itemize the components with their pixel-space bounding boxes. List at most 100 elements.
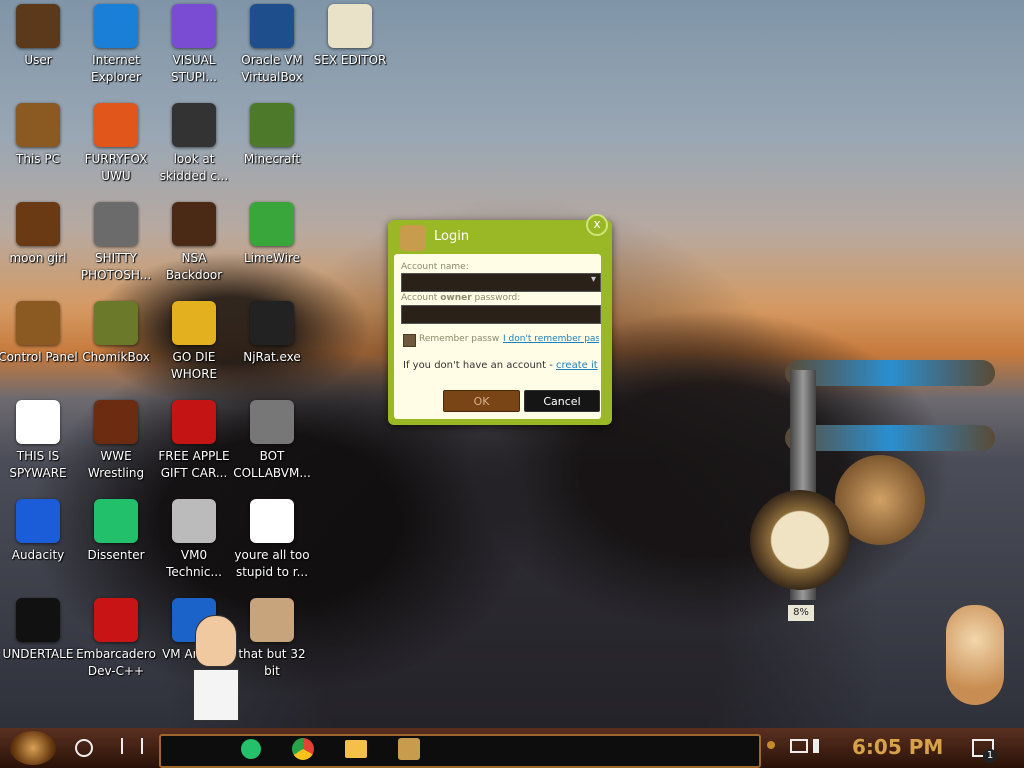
forgot-password-link[interactable]: I don't remember pas bbox=[503, 334, 599, 344]
portrait-icon bbox=[250, 499, 294, 543]
monitor-icon bbox=[250, 400, 294, 444]
desktop-icon[interactable]: User bbox=[0, 4, 78, 69]
desktop-icon[interactable]: FREE APPLE GIFT CAR... bbox=[154, 400, 234, 482]
desktop-icon[interactable]: This PC bbox=[0, 103, 78, 168]
steampunk-gauge-widget: 8% bbox=[740, 350, 1000, 621]
desktop-icon-label: Control Panel bbox=[0, 350, 78, 364]
desktop-icon-label: VISUAL STUPI... bbox=[171, 53, 217, 84]
desktop-icon[interactable]: Internet Explorer bbox=[76, 4, 156, 86]
dissenter-icon[interactable] bbox=[238, 736, 264, 762]
desktop-icon-label: youre all too stupid to r... bbox=[234, 548, 310, 579]
account-name-input[interactable]: ▾ bbox=[401, 273, 601, 292]
task-view-icon[interactable] bbox=[121, 738, 143, 754]
gauge-percent: 8% bbox=[788, 605, 814, 621]
desktop-icon-label: look at skidded c... bbox=[159, 152, 229, 183]
desktop-icon-label: Dissenter bbox=[87, 548, 145, 562]
desktop-icon[interactable]: Control Panel bbox=[0, 301, 78, 366]
user-folder-icon bbox=[16, 4, 60, 48]
login-dialog: Login x Account name: ▾ Account owner pa… bbox=[388, 214, 612, 425]
remember-label: Remember passw bbox=[419, 334, 500, 344]
desktop-icon[interactable]: moon girl bbox=[0, 202, 78, 267]
label-part-bold: owner bbox=[440, 293, 472, 303]
desktop-icon[interactable]: Dissenter bbox=[76, 499, 156, 564]
die-icon bbox=[172, 301, 216, 345]
desktop-icon[interactable]: Audacity bbox=[0, 499, 78, 564]
desktop-icon[interactable]: GO DIE WHORE bbox=[154, 301, 234, 383]
taskbar-clock[interactable]: 6:05 PM bbox=[852, 735, 943, 759]
desktop-icon-label: moon girl bbox=[9, 251, 67, 265]
password-input[interactable] bbox=[401, 305, 601, 324]
visual-studio-icon bbox=[172, 4, 216, 48]
volume-muted-icon[interactable] bbox=[813, 739, 833, 753]
desktop-icon[interactable]: Oracle VM VirtualBox bbox=[232, 4, 312, 86]
desktop-icon[interactable]: Minecraft bbox=[232, 103, 312, 168]
desktop-icon-label: NjRat.exe bbox=[243, 350, 301, 364]
desktop-icon[interactable]: WWE Wrestling bbox=[76, 400, 156, 482]
create-account-link[interactable]: create it bbox=[556, 360, 598, 371]
hamster-icon bbox=[946, 605, 1004, 705]
chomikbox-logo-icon bbox=[400, 225, 426, 251]
network-icon[interactable] bbox=[790, 739, 808, 753]
close-button[interactable]: x bbox=[586, 214, 608, 236]
dropdown-caret-icon[interactable]: ▾ bbox=[591, 274, 596, 285]
ok-button[interactable]: OK bbox=[443, 390, 520, 412]
desktop-icon[interactable]: ChomikBox bbox=[76, 301, 156, 366]
notification-count-badge: 1 bbox=[983, 749, 997, 763]
firefox-icon bbox=[94, 103, 138, 147]
desktop-icon[interactable]: FURRYFOX UWU bbox=[76, 103, 156, 185]
desktop-icon-label: Minecraft bbox=[243, 152, 301, 166]
desktop-icon-label: BOT COLLABVM... bbox=[233, 449, 311, 480]
desktop-icon[interactable]: that but 32 bit bbox=[232, 598, 312, 680]
chomikbox-icon[interactable] bbox=[396, 736, 422, 762]
devcpp-icon bbox=[94, 598, 138, 642]
search-circle-icon[interactable] bbox=[75, 739, 93, 757]
desktop-icon[interactable]: LimeWire bbox=[232, 202, 312, 267]
gimp-icon bbox=[94, 202, 138, 246]
chrome-icon[interactable] bbox=[290, 736, 316, 762]
computer-icon bbox=[16, 103, 60, 147]
remember-checkbox[interactable] bbox=[403, 334, 416, 347]
hex-editor-icon bbox=[328, 4, 372, 48]
hamster-icon bbox=[94, 301, 138, 345]
cancel-button[interactable]: Cancel bbox=[524, 390, 600, 412]
desktop-icon[interactable]: SEX EDITOR bbox=[310, 4, 390, 69]
desktop-icon-label: SHITTY PHOTOSH... bbox=[80, 251, 152, 282]
no-account-text: If you don't have an account - create it bbox=[403, 360, 598, 371]
label-part: Account bbox=[401, 293, 441, 303]
desktop-icon-label: Embarcadero Dev-C++ bbox=[76, 647, 156, 678]
dissenter-icon bbox=[94, 499, 138, 543]
desktop-icon-label: LimeWire bbox=[243, 251, 301, 265]
desktop-icon-label: ChomikBox bbox=[82, 350, 150, 364]
login-form: Account name: ▾ Account owner password: … bbox=[394, 254, 601, 419]
desktop-icon[interactable]: SHITTY PHOTOSH... bbox=[76, 202, 156, 284]
desktop-icon-label: SEX EDITOR bbox=[313, 53, 387, 67]
desktop-icon-label: that but 32 bit bbox=[238, 647, 306, 678]
start-button[interactable] bbox=[10, 731, 56, 765]
desktop-icon[interactable]: youre all too stupid to r... bbox=[232, 499, 312, 581]
unity-icon bbox=[16, 598, 60, 642]
account-owner-password-label: Account owner password: bbox=[401, 293, 520, 303]
desktop-icon-label: FREE APPLE GIFT CAR... bbox=[158, 449, 230, 480]
desktop-icon-label: Audacity bbox=[11, 548, 65, 562]
grass-block-icon bbox=[250, 103, 294, 147]
desktop-icon-label: FURRYFOX UWU bbox=[84, 152, 148, 183]
desktop-icon[interactable]: THIS IS SPYWARE bbox=[0, 400, 78, 482]
desktop-icon[interactable]: BOT COLLABVM... bbox=[232, 400, 312, 482]
desktop-icon-label: UNDERTALE bbox=[2, 647, 74, 661]
login-title: Login bbox=[434, 229, 470, 244]
label-part: password: bbox=[471, 293, 521, 303]
audacity-icon bbox=[16, 499, 60, 543]
technician-icon bbox=[172, 499, 216, 543]
desktop-icon[interactable]: VM0 Technic... bbox=[154, 499, 234, 581]
desktop-icon[interactable]: VISUAL STUPI... bbox=[154, 4, 234, 86]
desktop-icon[interactable]: NjRat.exe bbox=[232, 301, 312, 366]
desktop-icon[interactable]: look at skidded c... bbox=[154, 103, 234, 185]
tray-chevron-icon[interactable] bbox=[767, 741, 775, 749]
desktop-icon-label: User bbox=[24, 53, 52, 67]
desktop-icon[interactable]: Embarcadero Dev-C++ bbox=[76, 598, 156, 680]
desktop-icon[interactable]: UNDERTALE bbox=[0, 598, 78, 663]
desktop-icon[interactable]: NSA Backdoor bbox=[154, 202, 234, 284]
file-explorer-icon[interactable] bbox=[343, 736, 369, 762]
desktop-icon-label: THIS IS SPYWARE bbox=[9, 449, 67, 480]
chrome-icon bbox=[16, 400, 60, 444]
